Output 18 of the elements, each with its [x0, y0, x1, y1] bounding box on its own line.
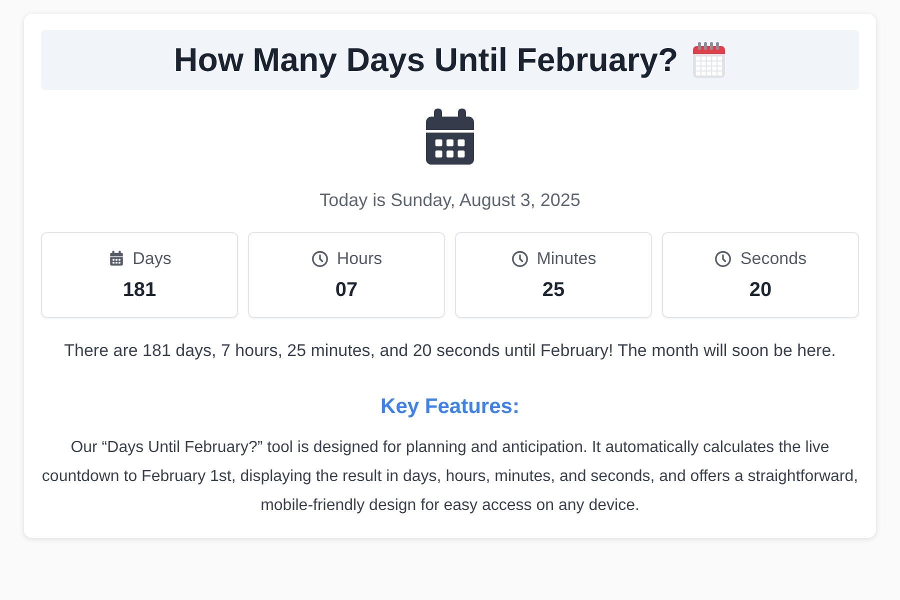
page-title: How Many Days Until February?: [174, 41, 678, 79]
countdown-summary: There are 181 days, 7 hours, 25 minutes, and 20 seconds until February! The month will soon be here.: [63, 340, 837, 362]
clock-icon: [310, 250, 329, 268]
unit-value: 25: [542, 278, 565, 302]
today-date: Today is Sunday, August 3, 2025: [320, 190, 580, 211]
section-heading: Key Features:: [380, 395, 520, 419]
unit-label: Hours: [336, 248, 382, 268]
calendar-icon: [108, 250, 125, 267]
unit-value: 20: [749, 278, 772, 302]
features-paragraph: Our “Days Until February?” tool is designed for planning and anticipation. It automatically calculates the live countdown to February 1st, displaying the result in days, hours, minutes, and seconds, and offers a straightforward, mobile-friendly design for easy access on any device.: [41, 438, 859, 516]
clock-icon: [714, 250, 732, 268]
unit-label: Days: [132, 248, 172, 268]
calendar-icon: [692, 41, 726, 79]
unit-value: 181: [122, 278, 156, 302]
unit-value: 07: [335, 278, 358, 302]
unit-label: Seconds: [740, 248, 807, 268]
clock-icon: [510, 250, 529, 268]
unit-label: Minutes: [536, 248, 596, 268]
